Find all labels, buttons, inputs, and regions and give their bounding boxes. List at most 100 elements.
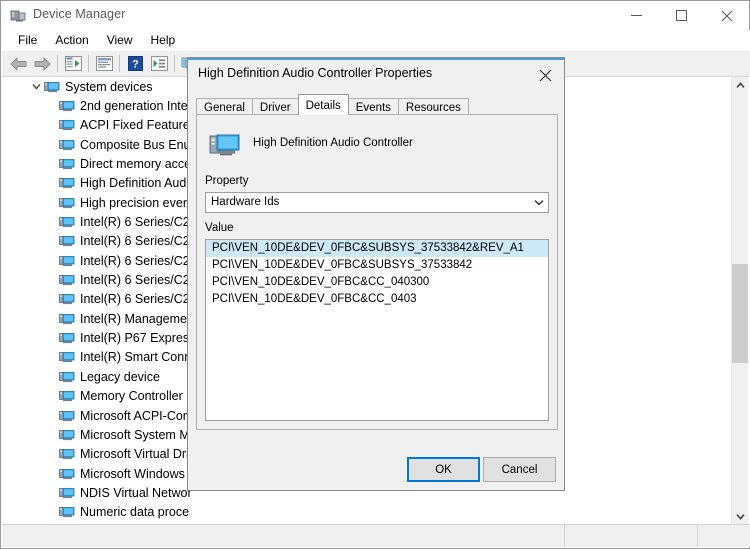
tab-driver[interactable]: Driver	[251, 98, 299, 115]
menu-action[interactable]: Action	[46, 31, 97, 50]
property-dropdown[interactable]: Hardware Ids	[205, 192, 549, 213]
tree-node-label: High Definition Aud	[80, 176, 187, 191]
device-icon	[59, 195, 75, 211]
dialog-body: General Driver Details Events Resources	[188, 88, 564, 492]
statusbar	[2, 524, 750, 547]
device-icon	[59, 330, 75, 346]
device-icon	[59, 446, 75, 462]
details-tab-panel: High Definition Audio Controller Propert…	[196, 114, 558, 430]
close-button[interactable]	[704, 1, 749, 30]
cancel-button[interactable]: Cancel	[483, 457, 556, 482]
statusbar-pane-3	[698, 525, 750, 547]
device-icon	[59, 408, 75, 424]
window-title: Device Manager	[33, 7, 126, 21]
dialog-button-row: OK Cancel	[188, 457, 564, 482]
device-icon	[59, 485, 75, 501]
value-listbox[interactable]: PCI\VEN_10DE&DEV_0FBC&SUBSYS_37533842&RE…	[205, 239, 549, 421]
tree-node-label: Intel(R) 6 Series/C20	[80, 292, 197, 307]
property-label: Property	[205, 175, 249, 187]
tree-node-label: Microsoft Windows	[80, 466, 185, 481]
device-icon	[59, 137, 75, 153]
tab-details[interactable]: Details	[297, 94, 349, 115]
main-window: Device Manager File Action View Help ? S…	[0, 0, 750, 549]
tree-node-device[interactable]: Numeric data proce	[2, 503, 750, 522]
toolbar-separator-2	[88, 55, 89, 72]
value-list-item[interactable]: PCI\VEN_10DE&DEV_0FBC&CC_0403	[206, 291, 548, 308]
toolbar-separator-1	[57, 55, 58, 72]
device-icon	[59, 311, 75, 327]
device-icon	[59, 253, 75, 269]
menu-file[interactable]: File	[9, 31, 46, 50]
back-icon[interactable]	[6, 53, 30, 75]
value-label: Value	[205, 222, 234, 234]
ok-button[interactable]: OK	[407, 457, 480, 482]
dialog-titlebar: High Definition Audio Controller Propert…	[188, 60, 564, 88]
tree-node-label: Intel(R) Managemen	[80, 311, 194, 326]
value-list-item[interactable]: PCI\VEN_10DE&DEV_0FBC&SUBSYS_37533842&RE…	[206, 240, 548, 257]
dialog-tabs: General Driver Details Events Resources	[196, 94, 558, 115]
menu-view[interactable]: View	[98, 31, 142, 50]
value-list-item[interactable]: PCI\VEN_10DE&DEV_0FBC&CC_040300	[206, 274, 548, 291]
tree-node-label: High precision even	[80, 195, 190, 210]
device-properties-dialog: High Definition Audio Controller Propert…	[187, 57, 565, 491]
device-icon	[59, 369, 75, 385]
device-monitor-icon	[209, 129, 241, 161]
tree-node-label: Intel(R) 6 Series/C20	[80, 253, 197, 268]
device-icon	[59, 388, 75, 404]
device-icon	[59, 98, 75, 114]
device-icon	[59, 233, 75, 249]
tree-vertical-scrollbar[interactable]	[731, 77, 748, 525]
tree-node-label: Intel(R) 6 Series/C20	[80, 234, 197, 249]
device-icon	[59, 175, 75, 191]
window-controls	[614, 1, 749, 30]
tree-node-label: Memory Controller	[80, 389, 183, 404]
tree-node-label: Microsoft Virtual Dri	[80, 447, 189, 462]
maximize-button[interactable]	[659, 1, 704, 30]
device-manager-icon	[10, 8, 26, 24]
properties-icon[interactable]	[92, 53, 116, 75]
menu-help[interactable]: Help	[142, 31, 185, 50]
device-icon	[59, 504, 75, 520]
tree-node-label: Microsoft System M	[80, 427, 190, 442]
device-icon	[59, 427, 75, 443]
update-driver-icon[interactable]	[147, 53, 171, 75]
scrollbar-thumb[interactable]	[732, 263, 748, 364]
value-list-item[interactable]: PCI\VEN_10DE&DEV_0FBC&SUBSYS_37533842	[206, 257, 548, 274]
minimize-button[interactable]	[614, 1, 659, 30]
device-manager-screen: Device Manager File Action View Help ? S…	[0, 0, 750, 549]
tab-general[interactable]: General	[196, 98, 253, 115]
tree-node-label: System devices	[65, 79, 153, 94]
statusbar-pane-1	[2, 525, 565, 547]
device-icon	[59, 117, 75, 133]
tree-node-label: Intel(R) 6 Series/C20	[80, 215, 197, 230]
tab-events[interactable]: Events	[347, 98, 399, 115]
help-icon[interactable]: ?	[123, 53, 147, 75]
chevron-down-icon[interactable]	[529, 193, 548, 212]
device-icon	[59, 349, 75, 365]
menubar: File Action View Help	[2, 30, 750, 51]
toolbar-separator-3	[119, 55, 120, 72]
tree-node-label: 2nd generation Intel	[80, 99, 191, 114]
tree-node-label: ACPI Fixed Feature B	[80, 118, 202, 133]
toolbar-separator-4	[174, 55, 175, 72]
chevron-down-icon[interactable]	[28, 79, 44, 95]
statusbar-pane-2	[565, 525, 698, 547]
tree-node-label: Intel(R) 6 Series/C20	[80, 273, 197, 288]
dialog-close-button[interactable]	[529, 62, 562, 88]
device-name-label: High Definition Audio Controller	[253, 137, 413, 149]
tree-node-label: Intel(R) Smart Conn	[80, 350, 192, 365]
tree-node-label: Direct memory acce	[80, 157, 192, 172]
device-icon	[59, 156, 75, 172]
svg-text:?: ?	[132, 59, 139, 71]
scroll-down-button[interactable]	[732, 508, 748, 525]
device-icon	[59, 272, 75, 288]
show-hide-console-tree-icon[interactable]	[61, 53, 85, 75]
forward-icon[interactable]	[30, 53, 54, 75]
scroll-up-button[interactable]	[732, 77, 748, 94]
tree-node-label: Intel(R) P67 Express	[80, 331, 196, 346]
device-icon	[59, 466, 75, 482]
dialog-title: High Definition Audio Controller Propert…	[198, 66, 433, 80]
tab-resources[interactable]: Resources	[397, 98, 469, 115]
tree-node-label: Numeric data proce	[80, 505, 190, 520]
tree-node-label: NDIS Virtual Networ	[80, 485, 192, 500]
